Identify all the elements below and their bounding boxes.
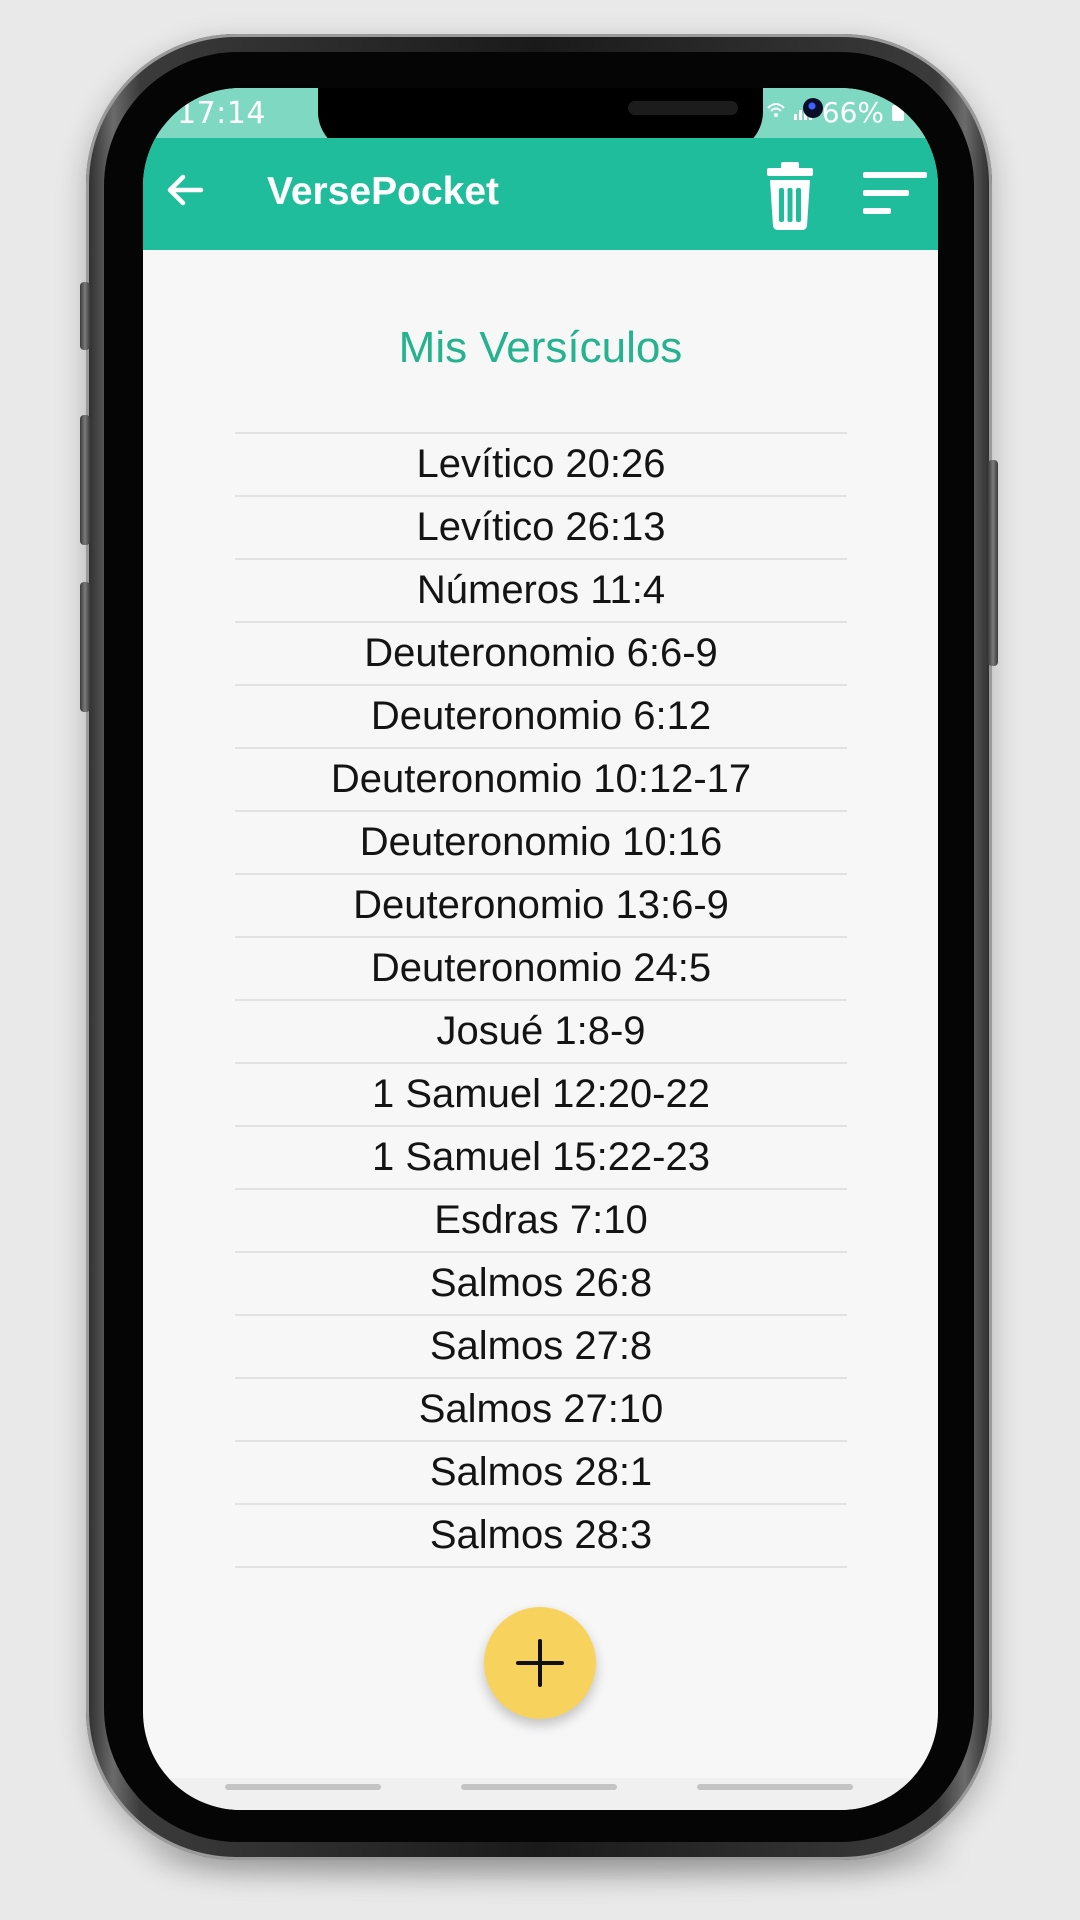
navigation-bar <box>143 1778 938 1810</box>
verse-list-item[interactable]: Números 11:4 <box>235 560 847 623</box>
plus-icon <box>516 1639 564 1687</box>
app-bar: VersePocket <box>143 138 938 250</box>
verse-list-item[interactable]: Deuteronomio 10:16 <box>235 812 847 875</box>
verse-list-item[interactable]: Levítico 20:26 <box>235 434 847 497</box>
page-title: Mis Versículos <box>398 323 683 372</box>
verse-list-item[interactable]: Salmos 26:8 <box>235 1253 847 1316</box>
verse-list-item[interactable]: 1 Samuel 15:22-23 <box>235 1127 847 1190</box>
verse-list-item[interactable]: Levítico 26:13 <box>235 497 847 560</box>
verse-list-item[interactable]: Deuteronomio 10:12-17 <box>235 749 847 812</box>
phone-power-button <box>988 460 998 666</box>
nav-back-button[interactable] <box>697 1784 853 1790</box>
status-time: 17:14 <box>177 96 266 131</box>
verse-list-item[interactable]: Deuteronomio 6:6-9 <box>235 623 847 686</box>
verse-list-item[interactable]: Salmos 28:1 <box>235 1442 847 1505</box>
earpiece-speaker <box>628 101 738 115</box>
verse-list-item[interactable]: Deuteronomio 13:6-9 <box>235 875 847 938</box>
front-camera <box>803 98 823 118</box>
status-indicators: 66% <box>766 96 904 129</box>
verse-list-item[interactable]: Esdras 7:10 <box>235 1190 847 1253</box>
add-verse-button[interactable] <box>484 1607 596 1719</box>
verse-list-item[interactable]: Deuteronomio 6:12 <box>235 686 847 749</box>
sort-icon[interactable] <box>861 166 931 226</box>
verse-list-item[interactable]: 1 Samuel 12:20-22 <box>235 1064 847 1127</box>
phone-screen: 17:14 66% VersePocket Mis Versículos Lev… <box>143 88 938 1810</box>
trash-icon[interactable] <box>755 160 825 232</box>
battery-percentage: 66% <box>821 96 884 129</box>
phone-volume-down-button <box>80 582 90 712</box>
nav-home-button[interactable] <box>461 1784 617 1790</box>
verse-list-item[interactable]: Deuteronomio 24:5 <box>235 938 847 1001</box>
arrow-left-icon[interactable] <box>155 160 215 220</box>
verse-list-item[interactable]: Salmos 28:3 <box>235 1505 847 1568</box>
phone-side-button <box>80 282 90 350</box>
verse-list-item[interactable]: Josué 1:8-9 <box>235 1001 847 1064</box>
verse-list: Levítico 20:26 Levítico 26:13 Números 11:4… <box>235 432 847 1568</box>
battery-icon <box>892 104 904 121</box>
nav-recents-button[interactable] <box>225 1784 381 1790</box>
phone-volume-up-button <box>80 415 90 545</box>
app-title: VersePocket <box>267 170 500 213</box>
verse-list-item[interactable]: Salmos 27:10 <box>235 1379 847 1442</box>
verse-list-item[interactable]: Salmos 27:8 <box>235 1316 847 1379</box>
